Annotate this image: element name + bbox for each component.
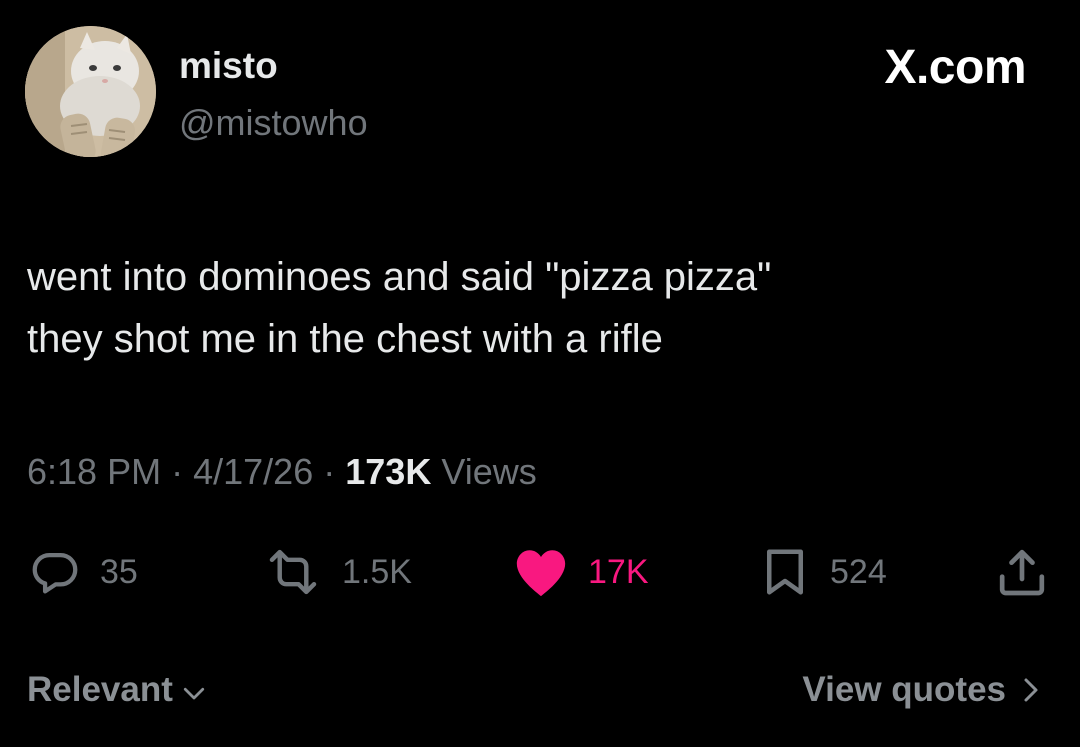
repost-button[interactable]: 1.5K <box>262 542 412 602</box>
tweet-time[interactable]: 6:18 PM <box>27 451 161 492</box>
share-button[interactable] <box>994 542 1050 602</box>
tweet-date[interactable]: 4/17/26 <box>193 451 313 492</box>
sort-replies-dropdown[interactable]: Relevant <box>27 668 209 712</box>
view-quotes-link[interactable]: View quotes <box>802 668 1046 712</box>
bookmark-count: 524 <box>830 552 887 591</box>
like-count: 17K <box>588 552 649 591</box>
like-button[interactable]: 17K <box>512 542 649 602</box>
user-handle[interactable]: @mistowho <box>179 101 368 145</box>
sort-label: Relevant <box>27 670 173 709</box>
view-quotes-label: View quotes <box>802 670 1006 709</box>
meta-separator: · <box>171 451 184 492</box>
views-label: Views <box>441 451 537 492</box>
repost-icon <box>269 549 317 595</box>
meta-separator: · <box>323 451 336 492</box>
reply-count: 35 <box>100 552 138 591</box>
tweet-line: went into dominoes and said "pizza pizza… <box>27 255 772 299</box>
x-watermark: X.com <box>884 41 1026 94</box>
reply-button[interactable]: 35 <box>28 542 138 602</box>
avatar-image <box>25 26 156 157</box>
avatar[interactable] <box>25 26 156 157</box>
bookmark-icon <box>767 549 803 595</box>
heart-icon <box>516 550 566 597</box>
chevron-down-icon <box>183 687 205 700</box>
views-count: 173K <box>345 451 432 492</box>
repost-count: 1.5K <box>342 552 412 591</box>
share-icon <box>999 549 1045 596</box>
tweet-meta: 6:18 PM · 4/17/26 · 173K Views <box>27 448 537 496</box>
display-name[interactable]: misto <box>179 44 278 88</box>
action-bar: 35 1.5K 17K 524 <box>0 542 1080 602</box>
bookmark-button[interactable]: 524 <box>758 542 887 602</box>
reply-icon <box>32 552 78 594</box>
chevron-right-icon <box>1024 678 1038 702</box>
tweet-text: went into dominoes and said "pizza pizza… <box>27 246 1047 370</box>
tweet-line: they shot me in the chest with a rifle <box>27 317 663 361</box>
